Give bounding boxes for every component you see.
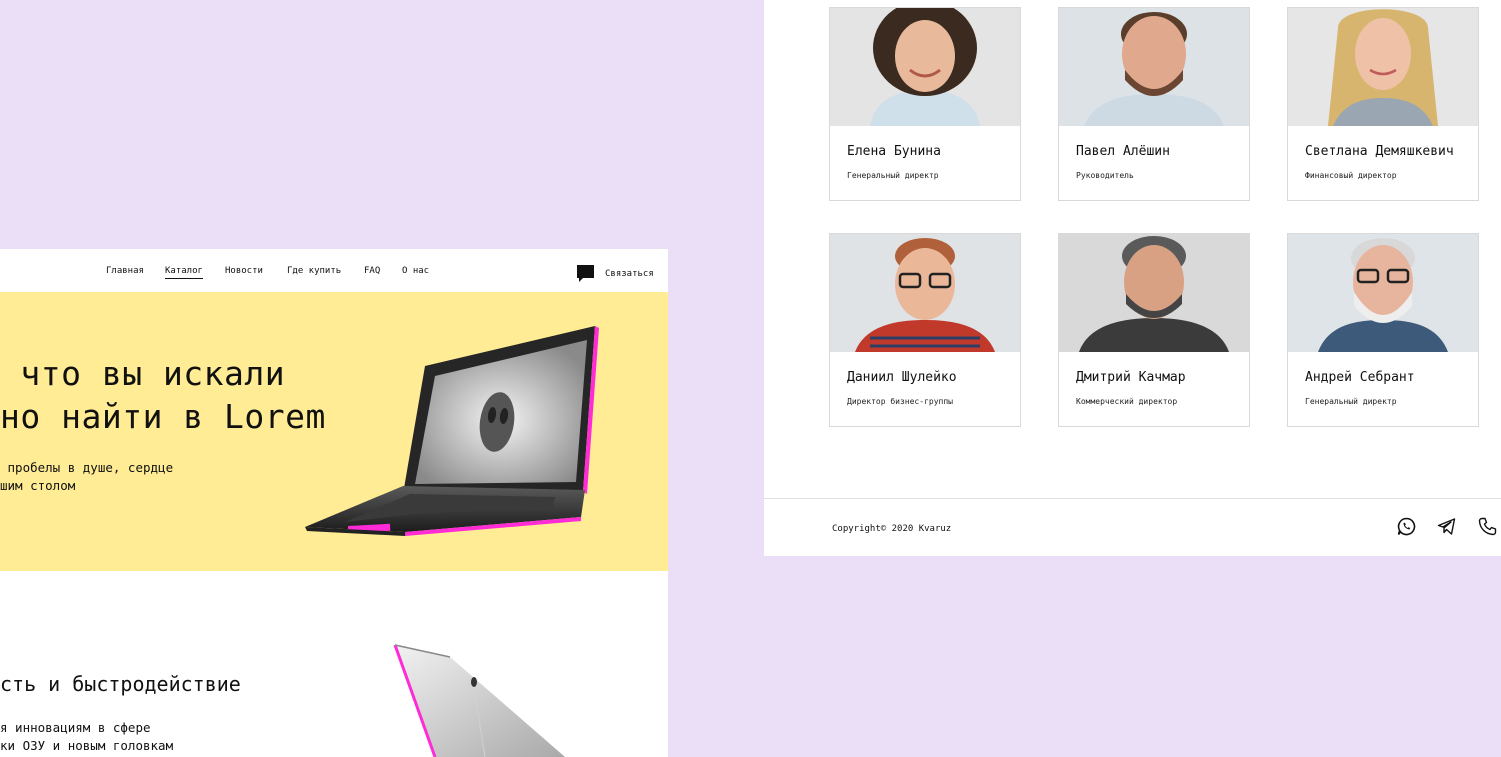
- nav-item-faq[interactable]: FAQ: [364, 266, 380, 276]
- nav-item-news[interactable]: Новости: [225, 266, 263, 276]
- team-card[interactable]: Павел Алёшин Руководитель: [1058, 7, 1250, 201]
- copyright-text: Copyright© 2020 Kvaruz: [832, 524, 952, 534]
- landing-page-panel: Главная Каталог Новости Где купить FAQ О…: [0, 249, 668, 757]
- nav-item-about[interactable]: О нас: [402, 266, 429, 276]
- person-name: Андрей Себрант: [1305, 370, 1415, 385]
- team-card[interactable]: Светлана Демяшкевич Финансовый директор: [1287, 7, 1479, 201]
- telegram-icon[interactable]: [1437, 517, 1456, 536]
- whatsapp-icon[interactable]: [1397, 517, 1416, 536]
- nav-item-where-to-buy[interactable]: Где купить: [287, 266, 341, 276]
- navbar: Главная Каталог Новости Где купить FAQ О…: [0, 249, 668, 292]
- laptop-image: [305, 326, 599, 536]
- person-role: Генеральный директр: [1305, 397, 1397, 406]
- team-card[interactable]: Даниил Шулейко Директор бизнес-группы: [829, 233, 1021, 427]
- person-role: Руководитель: [1076, 171, 1134, 180]
- section-text: я инновациям в сфере ки ОЗУ и новым голо…: [0, 720, 174, 753]
- person-role: Финансовый директор: [1305, 171, 1397, 180]
- footer-divider: [764, 498, 1501, 499]
- hero-subtitle: пробелы в душе, сердце шим столом: [0, 460, 174, 493]
- person-photo: [1288, 8, 1478, 126]
- person-photo: [1288, 234, 1478, 352]
- person-photo: [1059, 234, 1249, 352]
- person-name: Даниил Шулейко: [847, 370, 957, 385]
- section-title: сть и быстродействие: [0, 672, 241, 696]
- person-name: Дмитрий Качмар: [1076, 370, 1186, 385]
- nav-item-home[interactable]: Главная: [106, 266, 144, 276]
- chat-bubble-icon: [577, 265, 594, 282]
- contact-label: Связаться: [605, 268, 654, 279]
- person-role: Генеральный директр: [847, 171, 939, 180]
- laptop-closed-image: [393, 644, 565, 757]
- phone-icon[interactable]: [1478, 517, 1497, 536]
- person-role: Директор бизнес-группы: [847, 397, 953, 406]
- person-photo: [1059, 8, 1249, 126]
- person-role: Коммерческий директор: [1076, 397, 1178, 406]
- hero-title: что вы искали но найти в Lorem: [0, 354, 326, 436]
- hero-banner: что вы искали но найти в Lorem пробелы в…: [0, 292, 668, 571]
- person-name: Светлана Демяшкевич: [1305, 144, 1454, 159]
- nav-item-catalog[interactable]: Каталог: [165, 266, 203, 279]
- team-page-panel: Елена Бунина Генеральный директр Павел А…: [764, 0, 1501, 556]
- person-name: Павел Алёшин: [1076, 144, 1170, 159]
- person-name: Елена Бунина: [847, 144, 941, 159]
- person-photo: [830, 234, 1020, 352]
- team-card[interactable]: Елена Бунина Генеральный директр: [829, 7, 1021, 201]
- team-card[interactable]: Андрей Себрант Генеральный директр: [1287, 233, 1479, 427]
- team-card[interactable]: Дмитрий Качмар Коммерческий директор: [1058, 233, 1250, 427]
- person-photo: [830, 8, 1020, 126]
- contact-button[interactable]: Связаться: [575, 263, 654, 284]
